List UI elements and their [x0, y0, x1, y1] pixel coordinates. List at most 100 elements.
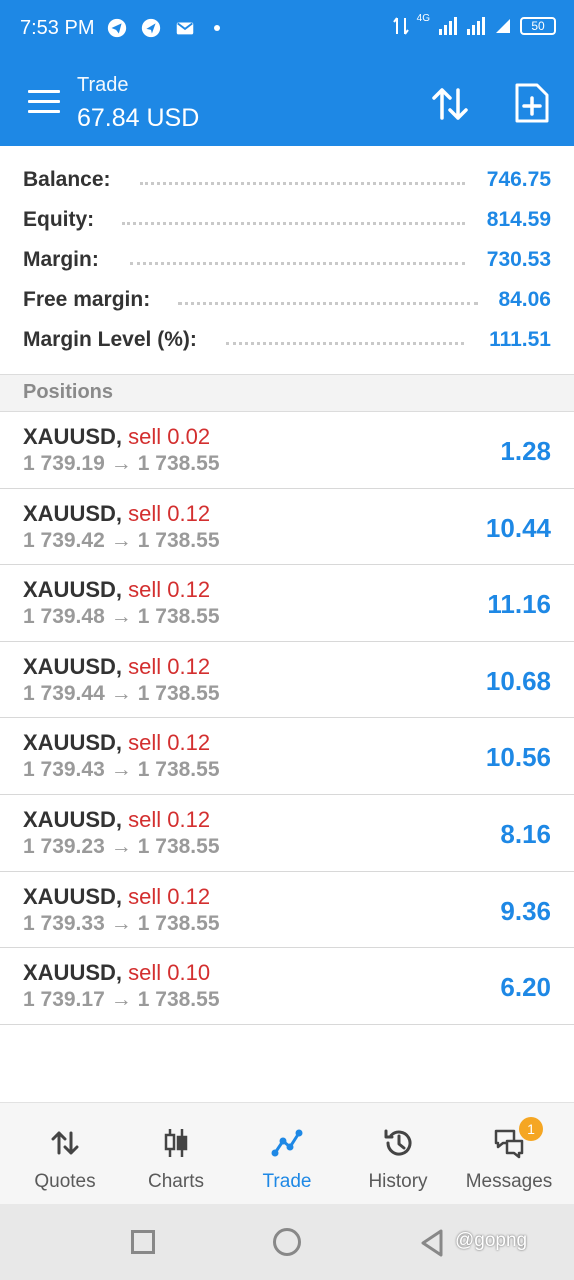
position-current-price: 1 738.55 — [137, 528, 220, 552]
position-current-price: 1 738.55 — [137, 834, 220, 858]
position-type: sell 0.12 — [128, 500, 211, 526]
wifi-icon — [496, 19, 510, 33]
sort-icon[interactable] — [430, 84, 470, 124]
position-profit: 11.16 — [487, 589, 551, 620]
summary-row-equity: Equity: 814.59 — [0, 200, 574, 240]
dotted-leader — [178, 302, 478, 305]
margin-level-value: 111.51 — [489, 328, 551, 351]
position-row[interactable]: XAUUSD, sell 0.10 1 739.17 → 1 738.55 6.20 — [0, 948, 574, 1025]
position-type: sell 0.12 — [128, 883, 211, 909]
telegram-icon — [107, 18, 127, 38]
position-profit: 6.20 — [500, 972, 551, 1003]
position-current-price: 1 738.55 — [137, 758, 220, 782]
position-symbol: XAUUSD, — [23, 960, 123, 986]
dotted-leader — [140, 182, 465, 185]
nav-history-label: History — [368, 1171, 428, 1192]
quotes-icon — [51, 1131, 79, 1155]
position-symbol: XAUUSD, — [23, 500, 123, 526]
nav-charts-label: Charts — [148, 1171, 204, 1192]
position-profit: 9.36 — [500, 895, 551, 926]
summary-row-free-margin: Free margin: 84.06 — [0, 280, 574, 320]
nav-charts[interactable]: Charts — [119, 1103, 233, 1205]
position-row[interactable]: XAUUSD, sell 0.12 1 739.42 → 1 738.55 10.4… — [0, 488, 574, 566]
positions-list: XAUUSD, sell 0.02 1 739.19 → 1 738.55 1.28… — [0, 412, 574, 1025]
arrow-right-icon: → — [110, 988, 132, 1012]
position-open-price: 1 739.19 — [23, 452, 105, 475]
margin-level-label: Margin Level (%): — [23, 328, 197, 351]
position-current-price: 1 738.55 — [137, 605, 220, 629]
position-current-price: 1 738.55 — [137, 911, 220, 935]
nav-quotes[interactable]: Quotes — [8, 1103, 122, 1205]
position-type: sell 0.02 — [128, 424, 211, 449]
mail-icon — [176, 22, 194, 35]
dotted-leader — [130, 262, 465, 265]
position-symbol: XAUUSD, — [23, 577, 123, 603]
position-open-price: 1 739.42 — [23, 528, 105, 552]
data-transfer-icon — [392, 17, 409, 35]
position-profit: 10.44 — [485, 512, 551, 543]
arrow-right-icon: → — [110, 758, 132, 782]
app-bar: Trade 67.84 USD — [0, 60, 574, 146]
position-row[interactable]: XAUUSD, sell 0.02 1 739.19 → 1 738.55 1.28 — [0, 412, 574, 489]
arrow-right-icon: → — [110, 834, 132, 858]
position-row[interactable]: XAUUSD, sell 0.12 1 739.23 → 1 738.55 8.16 — [0, 794, 574, 872]
position-type: sell 0.12 — [128, 806, 211, 832]
watermark-text: @gopng — [455, 1230, 528, 1251]
arrow-right-icon: → — [110, 528, 132, 552]
position-row[interactable]: XAUUSD, sell 0.12 1 739.44 → 1 738.55 10.6… — [0, 641, 574, 719]
app-bar-title: Trade — [77, 74, 129, 96]
account-summary: Balance: 746.75 Equity: 814.59 Margin: 7… — [0, 146, 574, 374]
recent-apps-button[interactable] — [131, 1230, 155, 1254]
signal-2-icon — [467, 17, 485, 35]
bottom-navigation: Quotes Charts Trade History 1 Messages — [0, 1102, 574, 1204]
position-symbol: XAUUSD, — [23, 730, 123, 756]
position-row[interactable]: XAUUSD, sell 0.12 1 739.48 → 1 738.55 11.1… — [0, 565, 574, 642]
free-margin-value: 84.06 — [498, 288, 551, 311]
position-profit: 10.56 — [485, 742, 551, 773]
back-icon[interactable] — [419, 1228, 445, 1258]
trade-icon — [271, 1129, 303, 1157]
nav-messages[interactable]: 1 Messages — [452, 1103, 566, 1205]
status-notification-icons — [106, 17, 220, 39]
signal-icon — [439, 17, 457, 35]
more-notifications-dot — [214, 25, 220, 31]
summary-row-balance: Balance: 746.75 — [0, 160, 574, 200]
equity-label: Equity: — [23, 208, 95, 231]
nav-quotes-label: Quotes — [34, 1171, 96, 1192]
position-profit: 8.16 — [500, 818, 551, 849]
positions-section-header: Positions — [0, 374, 574, 412]
position-current-price: 1 738.55 — [137, 988, 220, 1012]
position-type: sell 0.12 — [128, 577, 211, 603]
status-time: 7:53 PM — [20, 17, 95, 39]
position-open-price: 1 739.43 — [23, 758, 105, 782]
position-current-price: 1 738.55 — [137, 452, 220, 475]
position-symbol: XAUUSD, — [23, 883, 123, 909]
nav-messages-label: Messages — [465, 1171, 553, 1192]
position-open-price: 1 739.44 — [23, 681, 105, 705]
position-profit: 10.68 — [485, 665, 551, 696]
position-row[interactable]: XAUUSD, sell 0.12 1 739.33 → 1 738.55 9.36 — [0, 871, 574, 949]
menu-icon[interactable] — [28, 90, 60, 114]
position-type: sell 0.12 — [128, 653, 211, 679]
arrow-right-icon: → — [110, 911, 132, 935]
history-icon — [384, 1129, 412, 1156]
position-profit: 1.28 — [500, 436, 551, 466]
margin-value: 730.53 — [486, 248, 551, 271]
position-open-price: 1 739.48 — [23, 605, 105, 629]
home-button[interactable] — [273, 1228, 301, 1256]
positions-header-label: Positions — [23, 381, 114, 403]
nav-trade[interactable]: Trade — [230, 1103, 344, 1205]
position-symbol: XAUUSD, — [23, 653, 123, 679]
balance-value: 746.75 — [486, 168, 551, 191]
system-navigation-bar: @gopng — [0, 1204, 574, 1280]
messages-badge: 1 — [519, 1117, 543, 1141]
margin-label: Margin: — [23, 248, 99, 271]
equity-value: 814.59 — [486, 208, 551, 231]
dotted-leader — [226, 342, 464, 345]
battery-indicator: 50 — [520, 17, 556, 35]
dotted-leader — [122, 222, 465, 225]
position-row[interactable]: XAUUSD, sell 0.12 1 739.43 → 1 738.55 10.5… — [0, 718, 574, 795]
charts-icon — [164, 1129, 188, 1157]
nav-history[interactable]: History — [341, 1103, 455, 1205]
new-order-icon[interactable] — [514, 82, 550, 124]
